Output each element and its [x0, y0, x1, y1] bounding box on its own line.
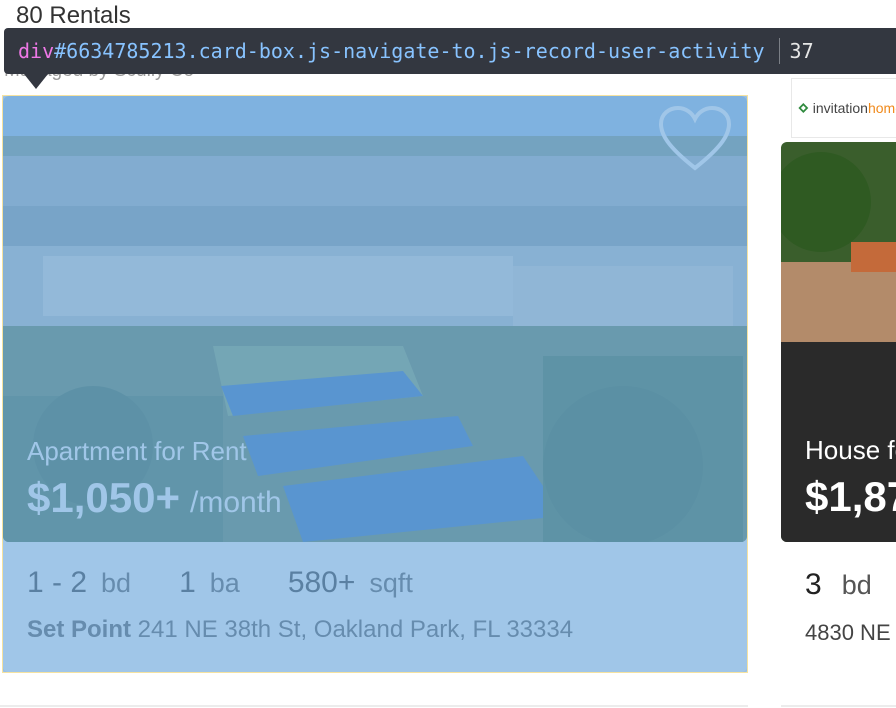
inspector-tag: div — [18, 39, 55, 63]
agency-logo: invitationhomes — [791, 78, 896, 138]
listing-photo[interactable]: Apartment for Rent $1,050+ /month — [3, 96, 747, 542]
divider — [0, 705, 748, 707]
beds-unit: bd — [101, 568, 132, 598]
divider — [781, 705, 896, 707]
listing-address: Set Point 241 NE 38th St, Oakland Park, … — [27, 616, 573, 644]
devtools-inspector-tooltip: div #6634785213.card-box.js-navigate-to.j… — [4, 28, 896, 74]
listing-type: Apartment for Rent — [27, 436, 247, 466]
diamond-logo-icon — [798, 103, 809, 113]
street-address: 241 NE 38th St, Oakland Park, FL 33334 — [131, 616, 574, 643]
inspector-selector: #6634785213.card-box.js-navigate-to.js-r… — [54, 39, 765, 63]
price: $1,050+ — [27, 474, 180, 521]
price-2: $1,87 — [805, 473, 896, 520]
listing-stats: 1 - 2 bd 1 ba 580+ sqft — [27, 566, 461, 600]
sqft-unit: sqft — [369, 568, 413, 598]
inspector-dimension: 37 — [789, 39, 814, 63]
listing-card[interactable]: Apartment for Rent $1,050+ /month 1 - 2 … — [2, 95, 748, 673]
price-unit: /month — [190, 486, 282, 519]
listing-address-2: 4830 NE — [805, 620, 891, 645]
inspector-divider — [778, 38, 780, 64]
beds-unit-2: bd — [841, 570, 872, 600]
inspector-arrow — [24, 74, 48, 89]
listing-stats-2: 3 bd — [805, 568, 872, 602]
price-row: $1,050+ /month — [27, 474, 282, 522]
listing-type-2: House fo — [805, 435, 896, 465]
beds-value-2: 3 — [805, 568, 822, 601]
baths-unit: ba — [209, 568, 240, 598]
sqft-value: 580+ — [287, 566, 356, 599]
baths-value: 1 — [179, 566, 196, 599]
beds-value: 1 - 2 — [27, 566, 88, 599]
community-name: Set Point — [27, 616, 132, 643]
heart-icon[interactable] — [657, 104, 733, 174]
listing-card-2[interactable]: invitationhomes House fo $1,87 3 bd 4830… — [781, 68, 896, 678]
agency-logo-text: invitationhomes — [812, 100, 896, 116]
